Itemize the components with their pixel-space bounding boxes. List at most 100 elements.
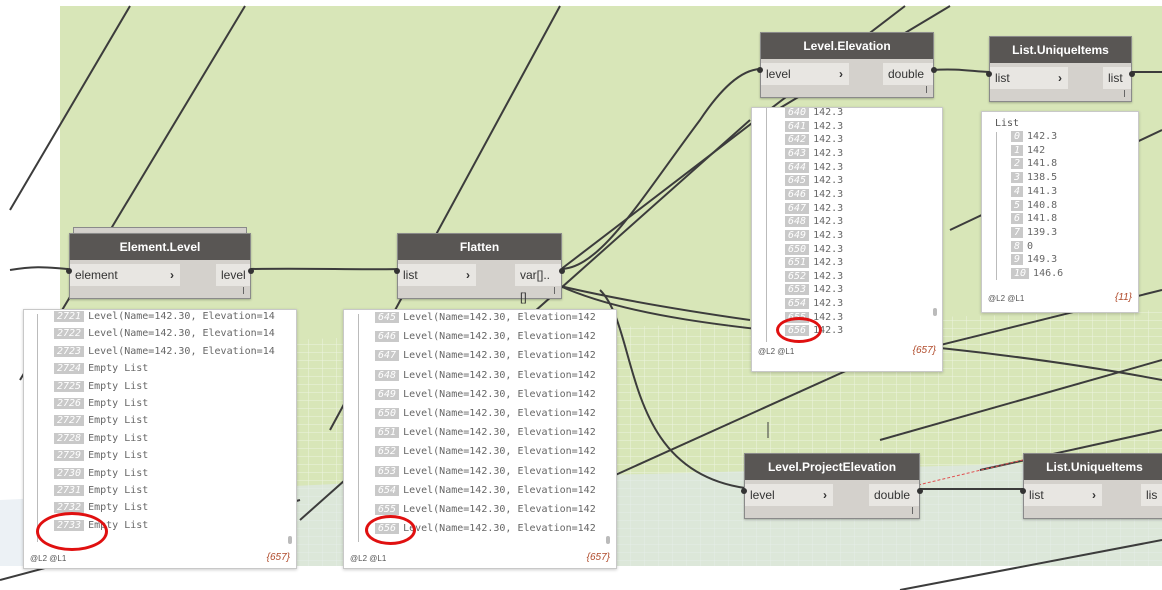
- input-port-level[interactable]: level ›: [761, 63, 849, 85]
- input-port-list[interactable]: list ›: [1024, 484, 1102, 506]
- list-value: Level(Name=142.30, Elevation=142: [403, 523, 596, 535]
- lacing-icon: [926, 86, 927, 93]
- preview-footer: @L2 @L1 {657}: [752, 343, 942, 361]
- list-index: 641: [785, 120, 810, 132]
- node-title: Level.ProjectElevation: [745, 454, 919, 480]
- level-indicator[interactable]: @L2 @L1: [988, 294, 1024, 303]
- port-label: level: [750, 488, 775, 502]
- list-value: Level(Name=142.30, Elevation=142: [403, 408, 596, 419]
- lacing-icon: [1124, 90, 1125, 97]
- list-index: 652: [785, 270, 810, 282]
- node-element-level[interactable]: Element.Level element › level: [66, 233, 254, 299]
- scrollbar[interactable]: [933, 308, 937, 316]
- list-item: 653 142.3: [785, 283, 843, 297]
- list-index: 649: [785, 229, 810, 241]
- list-value: Empty List: [88, 467, 149, 479]
- input-port-element[interactable]: element ›: [70, 264, 180, 286]
- highlight-circle: [365, 515, 416, 545]
- list-value: 142.3: [813, 243, 844, 255]
- list-value: 142.3: [813, 311, 844, 323]
- input-port-level[interactable]: level ›: [745, 484, 833, 506]
- node-list-uniqueitems-bottom[interactable]: List.UniqueItems list › lis: [1020, 453, 1162, 519]
- node-title: List.UniqueItems: [1024, 454, 1162, 480]
- input-connector[interactable]: [394, 268, 400, 274]
- list-item: 650 Level(Name=142.30, Elevation=142: [375, 407, 596, 421]
- input-connector[interactable]: [757, 67, 763, 73]
- output-connector[interactable]: [931, 67, 937, 73]
- list-value: 142.3: [813, 175, 844, 187]
- level-indicator[interactable]: @L2 @L1: [758, 347, 794, 356]
- item-count: {657}: [266, 552, 290, 563]
- node-list-uniqueitems-top[interactable]: List.UniqueItems list › list: [986, 36, 1135, 102]
- lacing-icon: [243, 287, 244, 294]
- list-value: 141.8: [1027, 213, 1058, 225]
- list-item: 2731 Empty List: [54, 484, 148, 498]
- tree-line: [996, 132, 997, 280]
- list-item: 2723 Level(Name=142.30, Elevation=14: [54, 345, 275, 359]
- port-label: list: [403, 268, 418, 282]
- list-index: 5: [1011, 199, 1024, 211]
- list-item: 651 Level(Name=142.30, Elevation=142: [375, 426, 596, 440]
- input-port-list[interactable]: list ›: [990, 67, 1068, 89]
- list-item: 654 Level(Name=142.30, Elevation=142: [375, 484, 596, 498]
- list-item: 652 Level(Name=142.30, Elevation=142: [375, 445, 596, 459]
- list-value: Level(Name=142.30, Elevation=142: [403, 504, 596, 515]
- list-value: Level(Name=142.30, Elevation=142: [403, 427, 596, 439]
- output-port-list[interactable]: list: [1103, 67, 1131, 89]
- output-port-list[interactable]: lis: [1141, 484, 1162, 506]
- list-index: 642: [785, 134, 810, 146]
- port-label: list: [995, 71, 1010, 85]
- node-level-elevation[interactable]: Level.Elevation level › double: [757, 32, 937, 98]
- output-connector[interactable]: [248, 268, 254, 274]
- list-index: 2730: [54, 467, 85, 479]
- list-title: List: [995, 118, 1020, 129]
- preview-footer: @L2 @L1 {11}: [982, 290, 1138, 308]
- input-connector[interactable]: [986, 71, 992, 77]
- output-connector[interactable]: [917, 488, 923, 494]
- list-item: 654 142.3: [785, 297, 843, 311]
- port-label: level: [221, 268, 246, 282]
- input-connector[interactable]: [1020, 488, 1026, 494]
- list-value: Level(Name=142.30, Elevation=142: [403, 350, 596, 362]
- output-connector[interactable]: [1129, 71, 1135, 77]
- scrollbar[interactable]: [606, 536, 610, 544]
- list-value: Level(Name=142.30, Elevation=142: [403, 484, 596, 496]
- output-port-double[interactable]: double: [869, 484, 919, 506]
- input-connector[interactable]: [66, 268, 72, 274]
- list-item: 650 142.3: [785, 243, 843, 257]
- list-index: 2731: [54, 485, 85, 496]
- list-item: 653 Level(Name=142.30, Elevation=142: [375, 465, 596, 479]
- node-flatten[interactable]: Flatten list › var[]..[]: [394, 233, 565, 304]
- list-item: 640 142.3: [785, 108, 843, 120]
- level-indicator[interactable]: @L2 @L1: [30, 554, 66, 563]
- node-title: List.UniqueItems: [990, 37, 1131, 63]
- preview-bubble-unique-top[interactable]: List 0 142.3 1 142 2 141.8 3 138.5 4 141.3 5 140.8 6…: [981, 111, 1139, 313]
- item-count: {657}: [912, 345, 936, 356]
- output-port-double[interactable]: double: [883, 63, 933, 85]
- list-item: 2725 Empty List: [54, 380, 148, 394]
- list-item: 641 142.3: [785, 120, 843, 134]
- input-port-list[interactable]: list ›: [398, 264, 476, 286]
- list-item: 646 Level(Name=142.30, Elevation=142: [375, 330, 596, 344]
- node-level-projectelevation[interactable]: Level.ProjectElevation level › double: [741, 453, 923, 519]
- level-indicator[interactable]: @L2 @L1: [350, 554, 386, 563]
- output-connector[interactable]: [559, 268, 565, 274]
- scrollbar[interactable]: [288, 536, 292, 544]
- list-item: 644 142.3: [785, 161, 843, 175]
- list-value: 142.3: [813, 202, 844, 214]
- input-connector[interactable]: [741, 488, 747, 494]
- output-port-level[interactable]: level: [216, 264, 250, 286]
- port-label: level: [766, 67, 791, 81]
- list-item: 9 149.3: [1011, 253, 1057, 267]
- list-value: Empty List: [88, 363, 149, 375]
- port-label: var[]..[]: [520, 268, 551, 304]
- list-item: 642 142.3: [785, 133, 843, 147]
- output-port-var[interactable]: var[]..[]: [515, 264, 561, 304]
- list-item: 647 Level(Name=142.30, Elevation=142: [375, 349, 596, 363]
- list-item: 1 142: [1011, 144, 1045, 158]
- list-index: 653: [785, 284, 810, 296]
- list-value: Empty List: [88, 450, 149, 462]
- highlight-circle: [776, 317, 822, 343]
- port-label: lis: [1146, 488, 1158, 502]
- list-item: 649 Level(Name=142.30, Elevation=142: [375, 388, 596, 402]
